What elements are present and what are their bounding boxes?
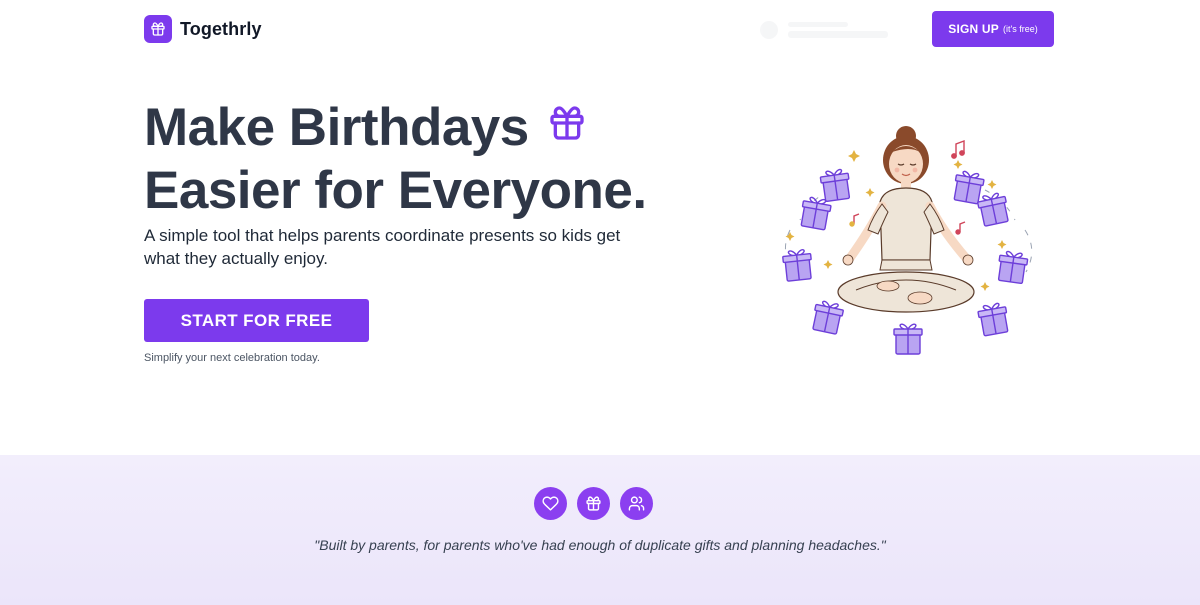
testimonial-band bbox=[0, 455, 1200, 605]
feature-icon-row bbox=[534, 487, 653, 520]
heart-icon bbox=[534, 487, 567, 520]
landing-page: Togethrly SIGN UP (it's free) Make Birth… bbox=[0, 0, 1200, 605]
start-for-free-button[interactable]: START FOR FREE bbox=[144, 299, 369, 342]
hero-title-line1: Make Birthdays bbox=[144, 98, 529, 157]
hero-title-line2: Easier for Everyone. bbox=[144, 160, 647, 220]
hero-subtitle: A simple tool that helps parents coordin… bbox=[144, 226, 621, 268]
gift-icon bbox=[577, 487, 610, 520]
faded-nav-placeholder bbox=[760, 18, 888, 42]
brand-name: Togethrly bbox=[180, 18, 262, 39]
gift-logo-icon bbox=[144, 15, 172, 43]
meditating-person-illustration bbox=[770, 120, 1045, 365]
hero-title: Make Birthdays Easier for Everyone. bbox=[144, 98, 704, 220]
brand-link[interactable]: Togethrly bbox=[144, 15, 262, 43]
gift-icon bbox=[547, 96, 587, 155]
signup-sub-label: (it's free) bbox=[1003, 24, 1038, 34]
cta-note: Simplify your next celebration today. bbox=[144, 352, 320, 364]
top-nav: Togethrly SIGN UP (it's free) bbox=[0, 0, 1200, 58]
users-icon bbox=[620, 487, 653, 520]
signup-button[interactable]: SIGN UP (it's free) bbox=[932, 11, 1054, 47]
testimonial-quote: "Built by parents, for parents who've ha… bbox=[314, 537, 886, 553]
signup-label: SIGN UP bbox=[948, 22, 999, 36]
